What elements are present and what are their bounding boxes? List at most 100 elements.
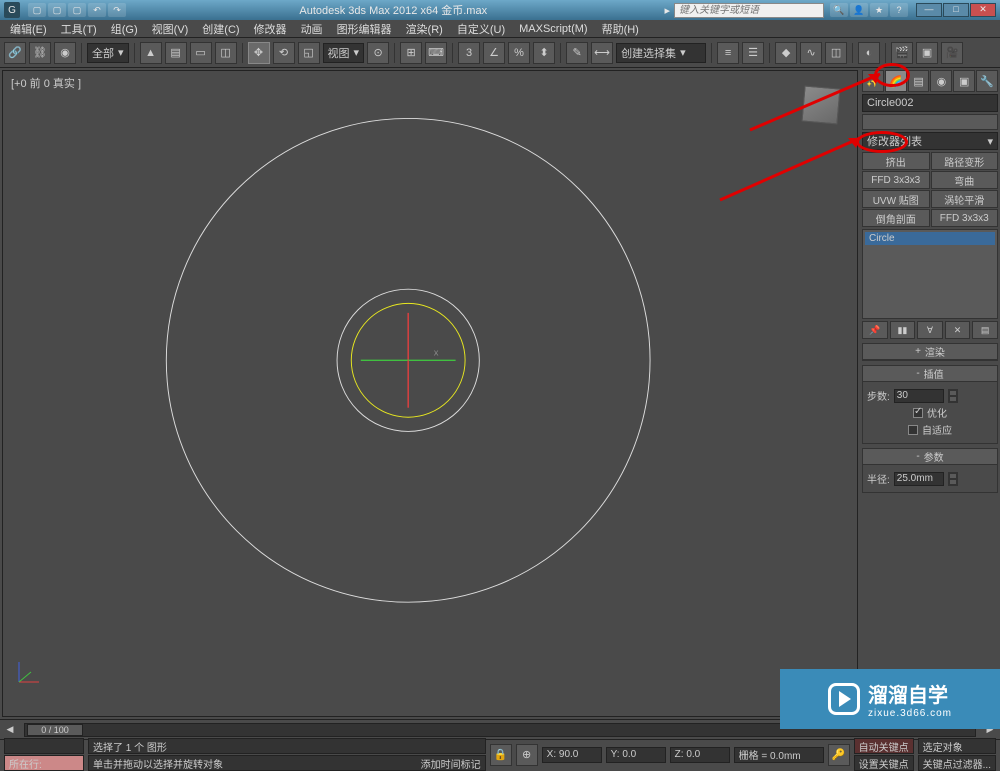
tab-motion-icon[interactable]: ◉ [930, 70, 952, 92]
render-prod-icon[interactable]: 🎥 [941, 42, 963, 64]
viewcube[interactable] [797, 81, 847, 131]
tab-create-icon[interactable]: ✨ [862, 70, 884, 92]
show-endresult-icon[interactable]: ▮▮ [890, 321, 916, 339]
select-rect-icon[interactable]: ▭ [190, 42, 212, 64]
menu-anim[interactable]: 动画 [295, 21, 329, 37]
schematic-icon[interactable]: ◫ [825, 42, 847, 64]
percent-snap-icon[interactable]: % [508, 42, 530, 64]
add-time-tag[interactable]: 添加时间标记 [421, 756, 481, 771]
viewport[interactable]: [+0 前 0 真实 ] x [2, 70, 858, 717]
menu-edit[interactable]: 编辑(E) [4, 21, 53, 37]
radius-spinner[interactable] [948, 472, 958, 486]
tab-hierarchy-icon[interactable]: ▤ [908, 70, 930, 92]
menu-group[interactable]: 组(G) [105, 21, 144, 37]
maximize-button[interactable]: □ [943, 3, 969, 17]
render-frame-icon[interactable]: ▣ [916, 42, 938, 64]
stack-item-circle[interactable]: Circle [865, 232, 995, 245]
steps-spinner[interactable] [948, 389, 958, 403]
mod-extrude-button[interactable]: 挤出 [862, 152, 930, 170]
coord-y[interactable]: Y: 0.0 [606, 747, 666, 763]
autokey-button[interactable]: 自动关键点 [854, 738, 914, 754]
pivot-icon[interactable]: ⊙ [367, 42, 389, 64]
snap-toggle-icon[interactable]: 3 [458, 42, 480, 64]
chevron-right-icon[interactable]: ▸ [664, 4, 670, 17]
time-slider-thumb[interactable]: 0 / 100 [27, 724, 83, 736]
menu-custom[interactable]: 自定义(U) [451, 21, 511, 37]
angle-snap-icon[interactable]: ∠ [483, 42, 505, 64]
coord-x[interactable]: X: 90.0 [542, 747, 602, 763]
qat-save-icon[interactable]: ▢ [68, 3, 86, 17]
selkey-dropdown[interactable]: 选定对象 [918, 738, 996, 754]
search-input[interactable] [674, 3, 824, 18]
curve-editor-icon[interactable]: ∿ [800, 42, 822, 64]
tab-utilities-icon[interactable]: 🔧 [976, 70, 998, 92]
radius-input[interactable] [894, 472, 944, 486]
steps-input[interactable] [894, 389, 944, 403]
rollout-render-header[interactable]: +渲染 [863, 344, 997, 360]
help-icon[interactable]: ? [890, 3, 908, 17]
mod-bend-button[interactable]: 弯曲 [931, 171, 999, 189]
configure-sets-icon[interactable]: ▤ [972, 321, 998, 339]
mirror-icon[interactable]: ⟷ [591, 42, 613, 64]
close-button[interactable]: ✕ [970, 3, 996, 17]
select-name-icon[interactable]: ▤ [165, 42, 187, 64]
named-selection[interactable]: 创建选择集 ▾ [616, 43, 706, 63]
unique-icon[interactable]: ∀ [917, 321, 943, 339]
layers-icon[interactable]: ☰ [742, 42, 764, 64]
timeline-handle-icon[interactable]: ◀ [0, 724, 20, 735]
ref-coord[interactable]: 视图 ▾ [323, 43, 365, 63]
mod-bevelprofile-button[interactable]: 倒角剖面 [862, 209, 930, 227]
remove-mod-icon[interactable]: ✕ [945, 321, 971, 339]
mod-turbosmooth-button[interactable]: 涡轮平滑 [931, 190, 999, 208]
select-icon[interactable]: ▲ [140, 42, 162, 64]
object-name-field[interactable]: Circle002 [862, 94, 998, 112]
mod-ffd-button[interactable]: FFD 3x3x3 [862, 171, 930, 189]
mod-pathdeform-button[interactable]: 路径变形 [931, 152, 999, 170]
menu-render[interactable]: 渲染(R) [400, 21, 449, 37]
rollout-interp-header[interactable]: -插值 [863, 366, 997, 382]
scale-icon[interactable]: ◱ [298, 42, 320, 64]
selection-filter[interactable]: 全部 ▾ [87, 43, 129, 63]
adaptive-checkbox[interactable] [908, 425, 918, 435]
keyboard-icon[interactable]: ⌨ [425, 42, 447, 64]
move-icon[interactable]: ✥ [248, 42, 270, 64]
abs-rel-icon[interactable]: ⊕ [516, 744, 538, 766]
menu-help[interactable]: 帮助(H) [596, 21, 645, 37]
rollout-params-header[interactable]: -参数 [863, 449, 997, 465]
menu-graph[interactable]: 图形编辑器 [331, 21, 398, 37]
qat-redo-icon[interactable]: ↷ [108, 3, 126, 17]
rotate-icon[interactable]: ⟲ [273, 42, 295, 64]
align-icon[interactable]: ≡ [717, 42, 739, 64]
menu-modifier[interactable]: 修改器 [248, 21, 293, 37]
object-color-swatch[interactable] [862, 114, 998, 130]
minimize-button[interactable]: — [916, 3, 942, 17]
qat-new-icon[interactable]: ▢ [28, 3, 46, 17]
lock-icon[interactable]: 🔒 [490, 744, 512, 766]
manipulate-icon[interactable]: ⊞ [400, 42, 422, 64]
material-editor-icon[interactable]: ◐ [858, 42, 880, 64]
menu-maxscript[interactable]: MAXScript(M) [513, 23, 593, 35]
script-listener[interactable] [4, 738, 84, 754]
render-setup-icon[interactable]: 🎬 [891, 42, 913, 64]
modifier-stack[interactable]: Circle [862, 229, 998, 319]
window-crossing-icon[interactable]: ◫ [215, 42, 237, 64]
menu-tools[interactable]: 工具(T) [55, 21, 103, 37]
spinner-snap-icon[interactable]: ⬍ [533, 42, 555, 64]
unlink-icon[interactable]: ⛓ [29, 42, 51, 64]
tab-display-icon[interactable]: ▣ [953, 70, 975, 92]
qat-undo-icon[interactable]: ↶ [88, 3, 106, 17]
key-icon[interactable]: 🔑 [828, 744, 850, 766]
menu-view[interactable]: 视图(V) [146, 21, 195, 37]
signin-icon[interactable]: 👤 [850, 3, 868, 17]
favorites-icon[interactable]: ★ [870, 3, 888, 17]
coord-z[interactable]: Z: 0.0 [670, 747, 730, 763]
graphite-icon[interactable]: ◆ [775, 42, 797, 64]
mod-ffd2-button[interactable]: FFD 3x3x3 [931, 209, 999, 227]
tab-modify-icon[interactable]: 🌈 [885, 70, 907, 92]
infocenter-icon[interactable]: 🔍 [830, 3, 848, 17]
menu-create[interactable]: 创建(C) [196, 21, 245, 37]
pin-stack-icon[interactable]: 📌 [862, 321, 888, 339]
modifier-list-dropdown[interactable]: 修改器列表▾ [862, 132, 998, 150]
bind-icon[interactable]: ◉ [54, 42, 76, 64]
link-icon[interactable]: 🔗 [4, 42, 26, 64]
